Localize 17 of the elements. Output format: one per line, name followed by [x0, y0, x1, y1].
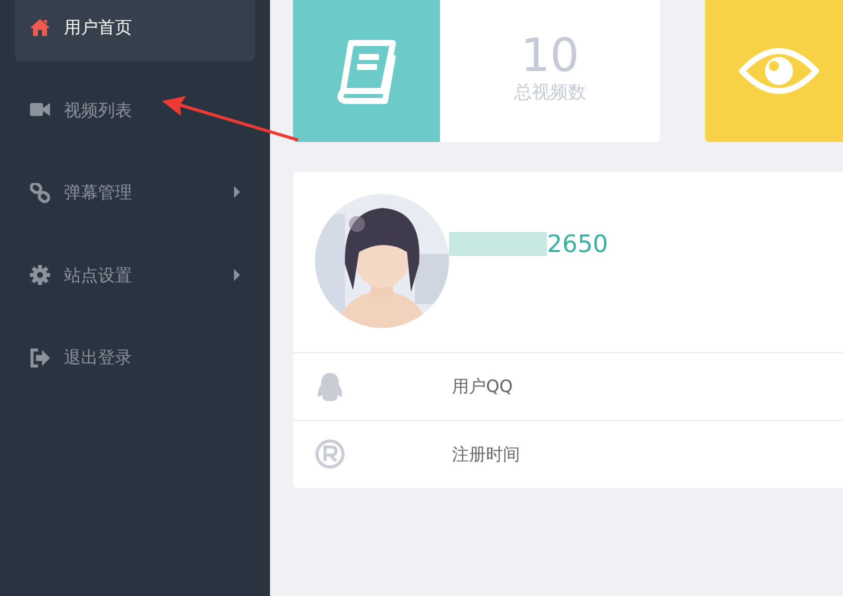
sidebar-item[interactable]: 退出登录 [15, 324, 255, 391]
sidebar-item[interactable]: 用户首页 [15, 0, 255, 61]
sidebar-item[interactable]: 弹幕管理 [15, 159, 255, 226]
info-label: 注册时间 [452, 444, 520, 466]
link-icon [30, 182, 50, 202]
penguin-icon [315, 370, 345, 402]
stat-label: 总视频数 [514, 81, 586, 104]
sidebar-item[interactable]: 站点设置 [15, 242, 255, 308]
stat-value: 10 [520, 30, 580, 80]
sign-out-icon [30, 348, 50, 368]
registered-icon [315, 438, 345, 470]
info-label: 用户QQ [452, 376, 513, 398]
username: 2650 [547, 230, 608, 258]
home-icon [30, 18, 50, 38]
gear-icon [30, 265, 50, 285]
sidebar-item[interactable]: 视频列表 [15, 76, 255, 144]
eye-icon [738, 46, 818, 96]
